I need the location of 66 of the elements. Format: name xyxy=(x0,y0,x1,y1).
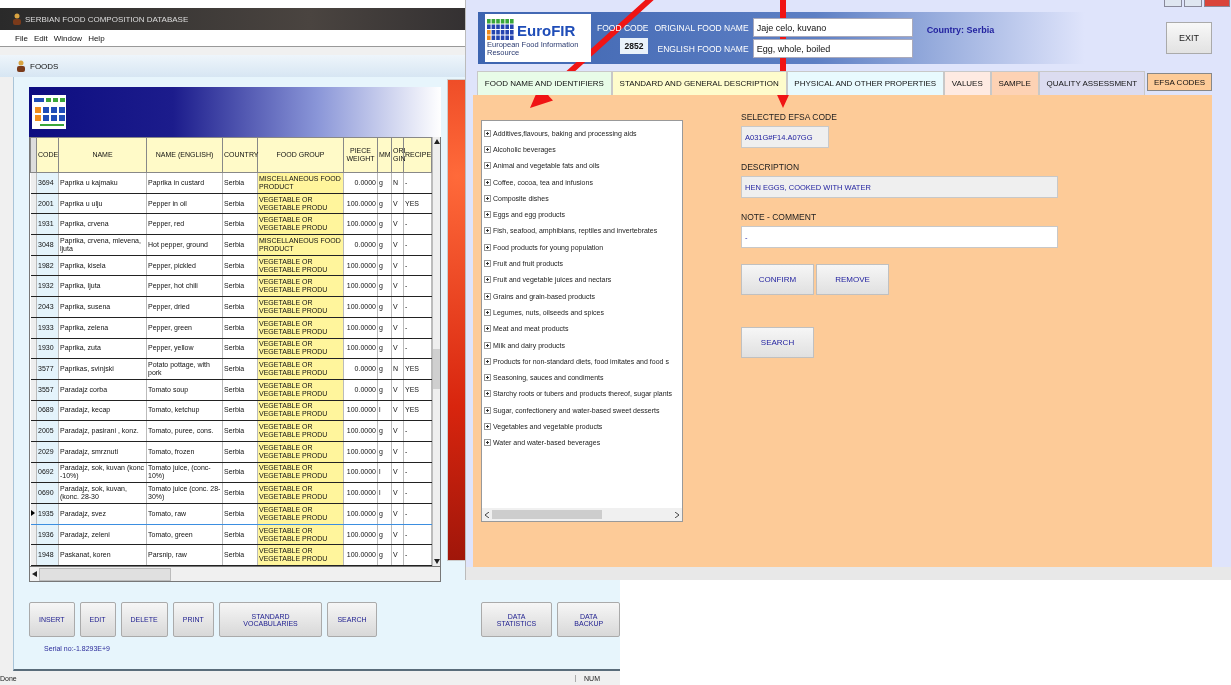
english-name-field[interactable]: Egg, whole, boiled xyxy=(752,39,913,58)
tab[interactable]: VALUES xyxy=(944,71,991,95)
expand-icon[interactable] xyxy=(484,308,491,316)
vertical-scrollbar[interactable] xyxy=(432,137,440,567)
window-title: SERBIAN FOOD COMPOSITION DATABASE xyxy=(25,14,189,24)
description-label: DESCRIPTION xyxy=(741,162,800,172)
form-button[interactable]: CONFIRM xyxy=(741,264,814,295)
expand-icon[interactable] xyxy=(484,178,491,186)
food-code-field: 2852 xyxy=(619,37,649,54)
scroll-right-icon[interactable] xyxy=(675,511,679,518)
app-icon xyxy=(16,60,26,72)
horizontal-scrollbar[interactable] xyxy=(482,508,682,521)
scrollbar-thumb[interactable] xyxy=(433,349,440,390)
scroll-left-icon[interactable] xyxy=(485,511,489,518)
child-window-title: FOODS xyxy=(30,61,59,71)
expand-icon[interactable] xyxy=(484,129,491,137)
exit-button[interactable]: EXIT xyxy=(1166,22,1212,54)
minimize-icon[interactable] xyxy=(1164,0,1182,7)
scrollbar-thumb[interactable] xyxy=(492,510,602,519)
country-label: Country: Serbia xyxy=(926,25,996,35)
tab[interactable]: EFSA CODES xyxy=(1146,73,1213,91)
scrollbar-thumb[interactable] xyxy=(39,567,171,581)
expand-icon[interactable] xyxy=(484,390,491,398)
scroll-down-icon[interactable] xyxy=(433,559,440,565)
expand-icon[interactable] xyxy=(484,341,491,349)
expand-icon[interactable] xyxy=(484,423,491,430)
expand-icon[interactable] xyxy=(484,276,491,284)
expand-icon[interactable] xyxy=(484,439,491,447)
expand-icon[interactable] xyxy=(484,374,491,382)
logo-text: EuroFIR xyxy=(517,21,576,39)
tab[interactable]: SAMPLE xyxy=(990,71,1039,95)
expand-icon[interactable] xyxy=(484,194,491,202)
category-tree[interactable] xyxy=(481,120,683,522)
original-name-field[interactable]: Jaje celo, kuvano xyxy=(752,18,913,37)
expand-icon[interactable] xyxy=(484,227,491,235)
note-label: NOTE - COMMENT xyxy=(741,212,817,222)
menu-item[interactable]: Edit xyxy=(33,33,48,43)
scroll-left-icon[interactable] xyxy=(32,571,37,578)
expand-icon[interactable] xyxy=(484,260,491,267)
search-button[interactable]: SEARCH xyxy=(741,327,814,358)
expand-icon[interactable] xyxy=(484,292,491,300)
tab[interactable]: PHYSICAL AND OTHER PROPERTIES xyxy=(786,71,944,95)
selected-code-label: SELECTED EFSA CODE xyxy=(741,112,837,122)
english-name-label: ENGLISH FOOD NAME xyxy=(657,43,749,54)
scroll-up-icon[interactable] xyxy=(433,139,440,144)
logo-icon xyxy=(32,95,66,129)
app-icon xyxy=(12,13,22,25)
row-pointer-icon xyxy=(30,509,35,516)
expand-icon[interactable] xyxy=(484,162,491,170)
expand-icon[interactable] xyxy=(484,145,491,153)
menu-item[interactable]: File xyxy=(15,33,28,43)
tab[interactable]: QUALITY ASSESSMENT xyxy=(1038,71,1145,95)
tab[interactable]: STANDARD AND GENERAL DESCRIPTION xyxy=(611,71,787,95)
menu-item[interactable]: Help xyxy=(88,33,105,43)
expand-icon[interactable] xyxy=(484,325,491,333)
form-button[interactable]: REMOVE xyxy=(816,264,889,295)
expand-icon[interactable] xyxy=(484,357,491,365)
menu-item[interactable]: Window xyxy=(53,33,83,43)
maximize-icon[interactable] xyxy=(1184,0,1202,7)
expand-icon[interactable] xyxy=(484,243,491,251)
logo-grid-icon xyxy=(487,19,515,41)
expand-icon[interactable] xyxy=(484,406,491,414)
tab[interactable]: FOOD NAME AND IDENTIFIERS xyxy=(477,71,612,95)
horizontal-scrollbar[interactable] xyxy=(29,567,441,583)
expand-icon[interactable] xyxy=(484,211,491,219)
original-name-label: ORIGINAL FOOD NAME xyxy=(654,22,749,33)
